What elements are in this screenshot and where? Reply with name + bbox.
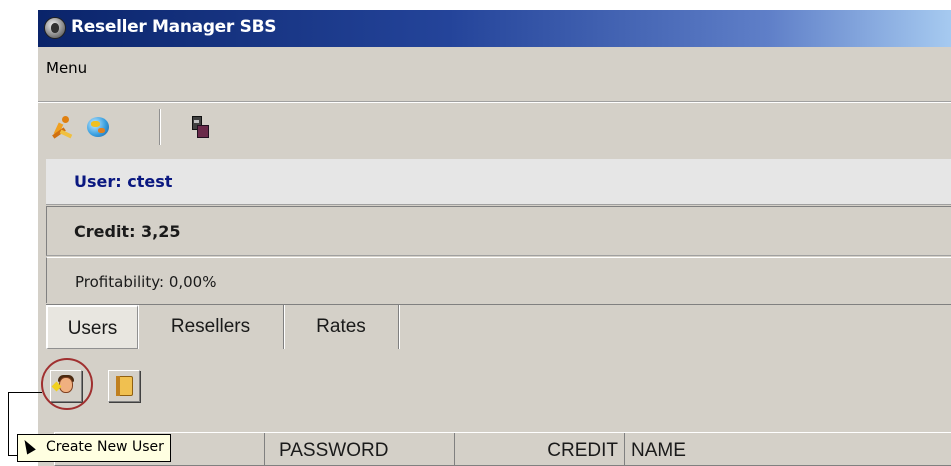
menu-menu[interactable]: Menu — [46, 59, 87, 77]
tab-rates[interactable]: Rates — [284, 305, 399, 349]
window-title: Reseller Manager SBS — [71, 17, 277, 37]
main-toolbar — [38, 103, 951, 159]
app-logo-icon[interactable] — [44, 17, 66, 39]
current-user-label: User: ctest — [74, 172, 173, 191]
toolbar-divider — [159, 109, 161, 145]
tab-users[interactable]: Users — [46, 305, 138, 349]
column-header-credit[interactable]: CREDIT — [455, 433, 625, 466]
callout-line-top — [8, 392, 42, 393]
users-toolbar — [38, 352, 951, 432]
column-header-password[interactable]: PASSWORD — [265, 433, 455, 466]
credit-label: Credit: 3,25 — [74, 222, 181, 241]
runner-icon[interactable] — [50, 114, 74, 140]
menu-bar: Menu — [38, 47, 951, 103]
tab-strip: Users Resellers Rates — [46, 304, 951, 352]
profitability-label: Profitability: 0,00% — [75, 273, 217, 291]
profitability-panel: Profitability: 0,00% — [46, 257, 951, 303]
create-new-user-tooltip: Create New User — [17, 434, 171, 462]
callout-line — [8, 392, 9, 456]
device-icon[interactable] — [188, 114, 212, 140]
address-book-button[interactable] — [108, 370, 140, 402]
highlight-circle — [41, 358, 93, 410]
mouse-pointer-icon — [20, 437, 36, 455]
title-bar[interactable]: Reseller Manager SBS — [38, 10, 951, 47]
app-window: Reseller Manager SBS Menu User: ctest Cr… — [38, 10, 951, 466]
credit-panel: Credit: 3,25 — [46, 206, 951, 256]
users-grid-header: PASSWORD CREDIT NAME — [54, 432, 951, 466]
user-panel: User: ctest — [46, 159, 951, 205]
tooltip-text: Create New User — [46, 439, 164, 455]
globe-icon[interactable] — [85, 114, 109, 140]
column-header-name[interactable]: NAME — [625, 433, 951, 466]
tab-resellers[interactable]: Resellers — [138, 305, 284, 349]
